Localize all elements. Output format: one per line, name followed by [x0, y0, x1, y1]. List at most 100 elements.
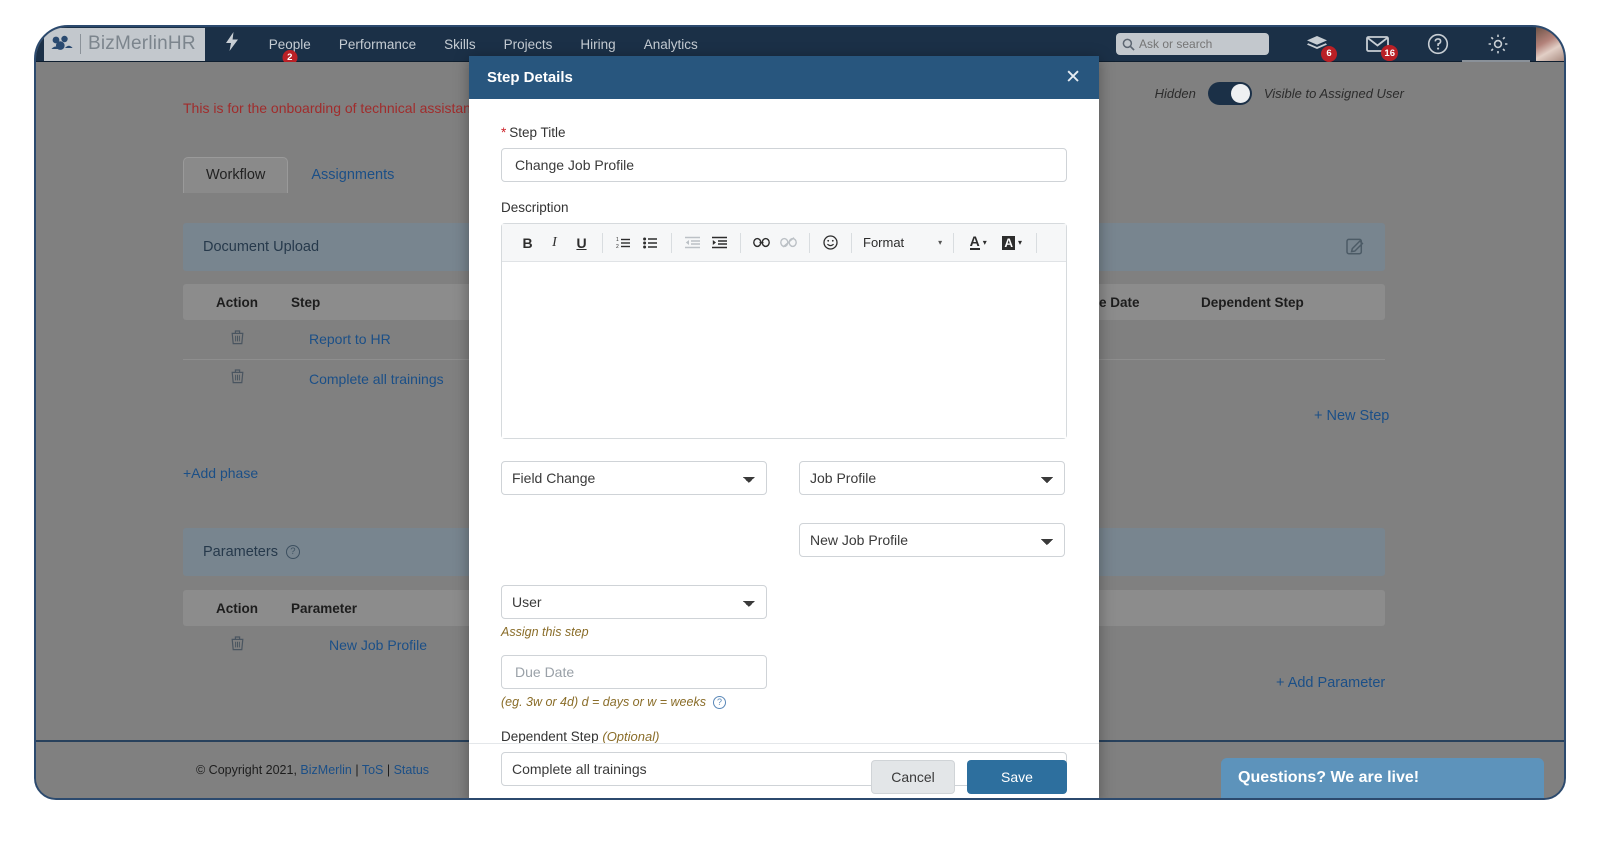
avatar[interactable] — [1536, 27, 1564, 61]
column-due-date: Due Date — [1081, 294, 1140, 310]
nav-right-group: 6 16 — [1116, 27, 1564, 62]
cancel-button[interactable]: Cancel — [871, 760, 955, 794]
logo-text: BizMerlinHR — [88, 33, 196, 54]
add-phase-link[interactable]: +Add phase — [183, 465, 258, 481]
people-logo-icon — [51, 35, 73, 53]
delete-row-icon[interactable] — [183, 369, 291, 388]
background-color-letter: A — [1002, 235, 1016, 250]
visibility-visible-label: Visible to Assigned User — [1263, 86, 1404, 101]
chevron-down-icon: ▾ — [938, 238, 943, 247]
delete-row-icon[interactable] — [183, 635, 291, 655]
modal-footer: Cancel Save — [469, 744, 1099, 798]
delete-row-icon[interactable] — [183, 329, 291, 349]
tab-workflow[interactable]: Workflow — [183, 157, 289, 193]
search-input[interactable] — [1139, 37, 1263, 51]
underline-icon[interactable]: U — [568, 229, 595, 256]
search-box[interactable] — [1116, 33, 1269, 55]
parameter-row: New Job Profile — [501, 523, 1067, 557]
brand-link[interactable]: BizMerlin — [300, 763, 351, 777]
parameters-panel-title: Parameters — [203, 544, 278, 560]
gear-icon[interactable] — [1487, 33, 1509, 55]
emoji-icon[interactable] — [817, 229, 844, 256]
modal-header: Step Details ✕ — [469, 56, 1099, 99]
assignee-select[interactable]: User — [501, 585, 767, 619]
assignee-hint: Assign this step — [501, 625, 589, 639]
modal-title: Step Details — [487, 69, 573, 86]
nav-item-label: Projects — [503, 36, 553, 52]
close-icon[interactable]: ✕ — [1065, 68, 1081, 87]
action-type-select[interactable]: Field Change — [501, 461, 767, 495]
step-details-modal: Step Details ✕ *Step Title Description B… — [469, 56, 1099, 798]
toolbar-divider — [740, 232, 741, 253]
logo-divider — [80, 34, 81, 54]
toolbar-divider — [809, 232, 810, 253]
column-dependent-step: Dependent Step — [1201, 294, 1304, 310]
tos-link[interactable]: ToS — [362, 763, 384, 777]
svg-text:1: 1 — [616, 237, 619, 243]
field-select[interactable]: Job Profile — [799, 461, 1065, 495]
tab-assignments[interactable]: Assignments — [288, 157, 417, 193]
edit-pencil-icon[interactable] — [1346, 236, 1365, 259]
description-label: Description — [501, 200, 569, 215]
dependent-step-label-text: Dependent Step — [501, 729, 599, 744]
column-action: Action — [216, 600, 258, 616]
mail-icon[interactable]: 16 — [1366, 35, 1398, 61]
italic-icon[interactable]: I — [541, 229, 568, 256]
layers-icon[interactable]: 6 — [1306, 35, 1337, 62]
bullet-list-icon[interactable] — [637, 229, 664, 256]
step-title-label-text: Step Title — [509, 125, 566, 140]
format-dropdown[interactable]: Format ▾ — [859, 235, 946, 250]
page-description: This is for the onboarding of technical … — [183, 100, 475, 116]
footer-separator: | — [355, 763, 359, 777]
chat-widget[interactable]: Questions? We are live! — [1221, 758, 1544, 798]
svg-text:2: 2 — [616, 244, 619, 249]
due-date-hint: (eg. 3w or 4d) d = days or w = weeks? — [501, 695, 1067, 709]
search-icon — [1122, 38, 1135, 51]
due-date-hint-text: (eg. 3w or 4d) d = days or w = weeks — [501, 695, 706, 709]
workflow-phase-title: Document Upload — [203, 239, 320, 255]
text-color-letter: A — [969, 233, 980, 250]
nav-item-label: Performance — [338, 36, 417, 52]
lightning-bolt-icon[interactable] — [225, 32, 239, 56]
nav-item-people[interactable]: People 2 — [255, 27, 325, 65]
required-mark: * — [501, 125, 507, 140]
toolbar-divider — [851, 232, 852, 253]
toggle-knob — [1230, 84, 1250, 103]
chevron-down-icon: ▾ — [1018, 238, 1023, 247]
save-button[interactable]: Save — [967, 760, 1067, 794]
question-circle-icon[interactable]: ? — [712, 696, 726, 709]
bold-icon[interactable]: B — [514, 229, 541, 256]
copyright-text: © Copyright 2021, BizMerlin | ToS | Stat… — [196, 763, 429, 777]
toolbar-divider — [671, 232, 672, 253]
tab-bar: Workflow Assignments — [183, 157, 417, 193]
link-icon[interactable] — [748, 229, 775, 256]
visibility-hidden-label: Hidden — [1154, 86, 1196, 101]
unlink-icon[interactable] — [775, 229, 802, 256]
description-editor: B I U 1 2 Format ▾ A ▾ A ▾ — [501, 223, 1067, 439]
parameter-row-spacer — [501, 523, 767, 557]
parameter-select[interactable]: New Job Profile — [799, 523, 1065, 557]
app-logo[interactable]: BizMerlinHR — [44, 27, 205, 61]
due-date-input[interactable] — [501, 655, 767, 689]
step-title-input[interactable] — [501, 148, 1067, 182]
chevron-down-icon: ▾ — [982, 238, 987, 247]
visibility-toggle[interactable] — [1207, 82, 1252, 105]
add-parameter-link[interactable]: + Add Parameter — [1276, 675, 1385, 691]
text-color-icon[interactable]: A ▾ — [961, 229, 995, 256]
nav-item-performance[interactable]: Performance — [325, 27, 430, 62]
new-step-link[interactable]: + New Step — [1314, 408, 1389, 424]
status-link[interactable]: Status — [394, 763, 429, 777]
mail-badge: 16 — [1381, 45, 1398, 61]
description-textarea[interactable] — [502, 262, 1066, 438]
question-circle-icon[interactable] — [1427, 33, 1449, 55]
visibility-toggle-row: Hidden Visible to Assigned User — [1155, 82, 1404, 105]
ordered-list-icon[interactable]: 1 2 — [610, 229, 637, 256]
outdent-icon[interactable] — [679, 229, 706, 256]
footer-separator: | — [386, 763, 391, 777]
editor-toolbar: B I U 1 2 Format ▾ A ▾ A ▾ — [502, 224, 1066, 262]
action-field-row: Field Change Job Profile — [501, 461, 1067, 495]
question-circle-icon[interactable]: ? — [285, 545, 300, 559]
due-date-row: (eg. 3w or 4d) d = days or w = weeks? — [501, 655, 1067, 709]
background-color-icon[interactable]: A ▾ — [995, 229, 1029, 256]
indent-icon[interactable] — [706, 229, 733, 256]
